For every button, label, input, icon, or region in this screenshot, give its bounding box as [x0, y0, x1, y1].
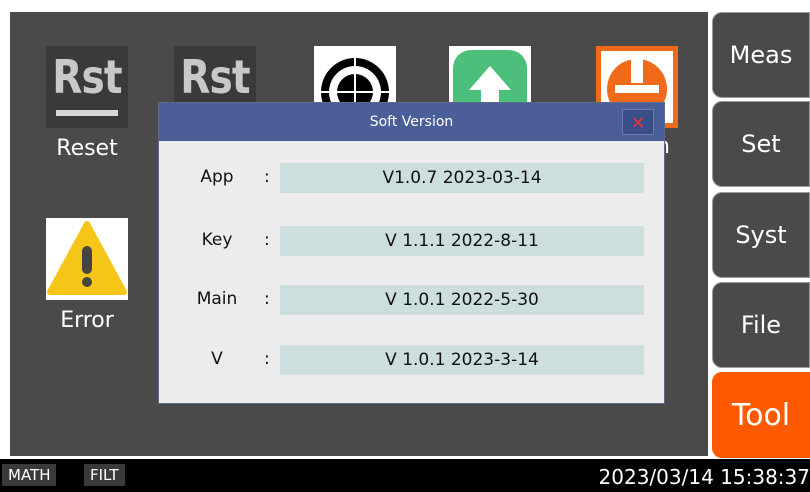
version-value: V 1.0.1 2023-3-14	[280, 345, 644, 375]
version-value: V1.0.7 2023-03-14	[280, 163, 644, 193]
soft-version-dialog: Soft Version × App : V1.0.7 2023-03-14 K…	[158, 102, 665, 404]
version-colon: :	[264, 349, 270, 369]
version-colon: :	[264, 230, 270, 250]
tool-reset-label: Reset	[56, 136, 118, 161]
datetime-display: 2023/03/14 15:38:37	[598, 465, 810, 489]
close-button[interactable]: ×	[622, 109, 654, 135]
rst-underline	[56, 110, 118, 116]
status-bar: MATH FILT 2023/03/14 15:38:37	[0, 459, 810, 492]
version-colon: :	[264, 289, 270, 309]
filt-status-tag[interactable]: FILT	[84, 464, 125, 486]
version-row-v: V : V 1.0.1 2023-3-14	[159, 345, 664, 375]
dialog-title-bar: Soft Version ×	[159, 103, 664, 141]
instrument-screen: Rst Reset Rst Error Meas Set Syst File T…	[0, 0, 810, 492]
version-row-main: Main : V 1.0.1 2022-5-30	[159, 285, 664, 315]
version-label: Main	[196, 289, 238, 309]
rst-icon: Rst	[46, 46, 128, 128]
tool-reset[interactable]: Rst Reset	[32, 46, 142, 161]
warning-graphic	[47, 221, 127, 295]
version-row-app: App : V1.0.7 2023-03-14	[159, 163, 664, 193]
math-status-tag[interactable]: MATH	[2, 464, 57, 486]
tool-error-label: Error	[60, 308, 114, 333]
menu-file-button[interactable]: File	[712, 282, 810, 368]
version-colon: :	[264, 167, 270, 187]
version-row-key: Key : V 1.1.1 2022-8-11	[159, 226, 664, 256]
version-value: V 1.0.1 2022-5-30	[280, 285, 644, 315]
menu-meas-button[interactable]: Meas	[712, 12, 810, 98]
tool-error[interactable]: Error	[32, 218, 142, 333]
menu-tool-button[interactable]: Tool	[712, 372, 810, 458]
dialog-title: Soft Version	[369, 114, 454, 130]
version-label: Key	[201, 230, 233, 250]
menu-set-button[interactable]: Set	[712, 101, 810, 187]
close-icon: ×	[630, 111, 646, 133]
version-value: V 1.1.1 2022-8-11	[280, 226, 644, 256]
menu-syst-button[interactable]: Syst	[712, 192, 810, 278]
version-label: V	[211, 349, 223, 369]
version-label: App	[200, 167, 234, 187]
warning-icon	[46, 218, 128, 300]
